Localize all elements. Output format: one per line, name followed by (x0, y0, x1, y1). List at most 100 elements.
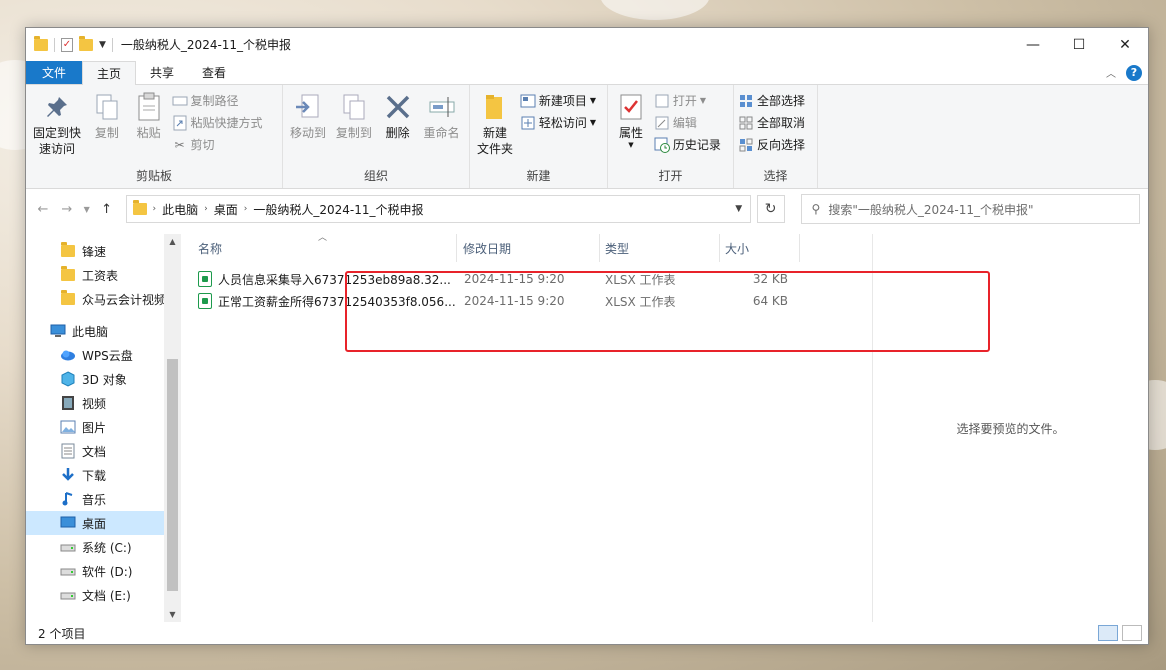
nav-item-label: 3D 对象 (82, 372, 127, 387)
chevron-down-icon[interactable]: ▼ (728, 204, 750, 214)
new-item-button[interactable]: 新建项目 ▼ (520, 91, 596, 110)
nav-item[interactable]: 图片 (26, 415, 181, 439)
delete-icon (382, 91, 414, 123)
file-list: ︿ 名称 修改日期 类型 大小 人员信息采集导入67371253eb89a8.3… (181, 233, 990, 622)
collapse-ribbon-icon[interactable]: ︿ (1106, 65, 1116, 80)
group-label: 打开 (658, 169, 683, 183)
large-icons-view-button[interactable] (1122, 625, 1142, 641)
forward-arrow-icon[interactable]: → (58, 202, 76, 217)
tab-share[interactable]: 共享 (136, 61, 188, 84)
minimize-button[interactable]: — (1010, 28, 1056, 61)
nav-item-label: 下载 (82, 468, 107, 483)
select-none-icon (738, 115, 754, 131)
chevron-right-icon[interactable]: › (153, 204, 157, 214)
copy-to-button[interactable]: 复制到 (333, 89, 375, 143)
scissors-icon: ✂ (174, 137, 185, 152)
scroll-up-icon[interactable]: ▲ (164, 237, 181, 246)
breadcrumb-desktop[interactable]: 桌面 (214, 201, 238, 218)
nav-item[interactable]: 系统 (C:) (26, 535, 181, 559)
breadcrumb-this-pc[interactable]: 此电脑 (162, 201, 198, 218)
details-view-button[interactable] (1098, 625, 1118, 641)
search-icon: ⚲ (811, 202, 821, 216)
nav-item[interactable]: 文档 (26, 439, 181, 463)
nav-item[interactable]: 音乐 (26, 487, 181, 511)
nav-item-label: 文档 (E:) (82, 588, 131, 603)
close-button[interactable]: ✕ (1102, 28, 1148, 61)
tab-file[interactable]: 文件 (26, 61, 83, 84)
nav-item-label: 工资表 (82, 268, 119, 283)
nav-item[interactable]: 文档 (E:) (26, 583, 181, 607)
sort-ascending-icon: ︿ (318, 233, 328, 243)
nav-item[interactable]: 众马云会计视频 (26, 287, 181, 311)
select-all-icon (738, 93, 754, 109)
copy-button[interactable]: 复制 (88, 89, 126, 143)
properties-button[interactable]: 属性 ▼ (612, 89, 650, 151)
address-bar[interactable]: › 此电脑 › 桌面 › 一般纳税人_2024-11_个税申报 ▼ (125, 195, 751, 223)
excel-file-icon (198, 271, 212, 287)
properties-icon[interactable]: ✓ (61, 37, 73, 52)
copy-label: 复制 (94, 126, 119, 140)
cloud-icon (60, 347, 76, 363)
search-input[interactable]: ⚲ 搜索"一般纳税人_2024-11_个税申报" (800, 194, 1140, 224)
invert-selection-button[interactable]: 反向选择 (738, 135, 805, 154)
nav-item[interactable]: 工资表 (26, 263, 181, 287)
column-size[interactable]: 大小 (720, 234, 800, 262)
invert-selection-icon (738, 137, 754, 153)
easy-access-button[interactable]: 轻松访问 ▼ (520, 113, 596, 132)
select-none-button[interactable]: 全部取消 (738, 113, 805, 132)
nav-item[interactable]: 锋速 (26, 239, 181, 263)
breadcrumb-current-folder[interactable]: 一般纳税人_2024-11_个税申报 (253, 201, 423, 218)
customize-qat-icon[interactable]: ▼ (99, 40, 106, 50)
copy-path-icon (172, 93, 188, 109)
column-type[interactable]: 类型 (600, 234, 720, 262)
move-to-button[interactable]: 移动到 (287, 89, 329, 143)
new-folder-icon[interactable] (79, 35, 93, 51)
select-all-button[interactable]: 全部选择 (738, 91, 805, 110)
new-group: 新建 文件夹 新建项目 ▼ 轻松访问 ▼ 新建 (470, 85, 608, 188)
nav-item[interactable]: 此电脑 (26, 319, 181, 343)
scroll-down-icon[interactable]: ▼ (164, 610, 181, 619)
copy-path-button[interactable]: 复制路径 (172, 91, 263, 110)
chevron-right-icon[interactable]: › (244, 204, 248, 214)
recent-locations-icon[interactable]: ▼ (82, 205, 92, 214)
paste-shortcut-button[interactable]: 粘贴快捷方式 (172, 113, 263, 132)
chevron-right-icon[interactable]: › (204, 204, 208, 214)
nav-list: 锋速工资表众马云会计视频 此电脑 WPS云盘 3D 对象视频 图片 文档下载音乐 桌面 系统 … (26, 239, 181, 607)
column-date[interactable]: 修改日期 (457, 234, 600, 262)
rename-button[interactable]: 重命名 (421, 89, 463, 143)
nav-item[interactable]: 下载 (26, 463, 181, 487)
delete-button[interactable]: 删除 (379, 89, 417, 143)
tab-home[interactable]: 主页 (82, 61, 137, 85)
nav-item[interactable]: 3D 对象 (26, 367, 181, 391)
nav-item[interactable]: 视频 (26, 391, 181, 415)
new-folder-icon (479, 91, 511, 123)
preview-text: 选择要预览的文件。 (956, 421, 1065, 436)
select-group: 全部选择 全部取消 反向选择 选择 (734, 85, 818, 188)
pin-quick-access-button[interactable]: 固定到快 速访问 (30, 89, 84, 159)
nav-item[interactable]: WPS云盘 (26, 343, 181, 367)
refresh-button[interactable]: ↻ (756, 195, 785, 223)
cut-button[interactable]: ✂ 剪切 (172, 135, 263, 154)
help-icon[interactable]: ? (1126, 64, 1142, 81)
up-arrow-icon[interactable]: ↑ (98, 202, 116, 217)
history-button[interactable]: 历史记录 (654, 135, 721, 154)
maximize-button[interactable]: ☐ (1056, 28, 1102, 61)
open-button[interactable]: 打开 ▼ (654, 91, 721, 110)
background-blossom (600, 0, 710, 20)
scrollbar-thumb[interactable] (167, 359, 178, 591)
nav-item[interactable]: 软件 (D:) (26, 559, 181, 583)
ribbon-tabs: 文件 主页 共享 查看 ︿ ? (26, 61, 1148, 85)
new-folder-button[interactable]: 新建 文件夹 (474, 89, 516, 159)
nav-item[interactable]: 桌面 (26, 511, 181, 535)
divider (54, 37, 55, 52)
nav-item-label: 软件 (D:) (82, 564, 133, 579)
nav-scrollbar[interactable]: ▲ ▼ (164, 234, 181, 622)
back-arrow-icon[interactable]: ← (34, 202, 52, 217)
open-group: 属性 ▼ 打开 ▼ 编辑 历史记录 打开 (608, 85, 734, 188)
easy-access-icon (520, 115, 536, 131)
history-icon (654, 137, 670, 153)
tab-view[interactable]: 查看 (188, 61, 240, 84)
paste-button[interactable]: 粘贴 (130, 89, 168, 143)
edit-icon (654, 115, 670, 131)
edit-button[interactable]: 编辑 (654, 113, 721, 132)
